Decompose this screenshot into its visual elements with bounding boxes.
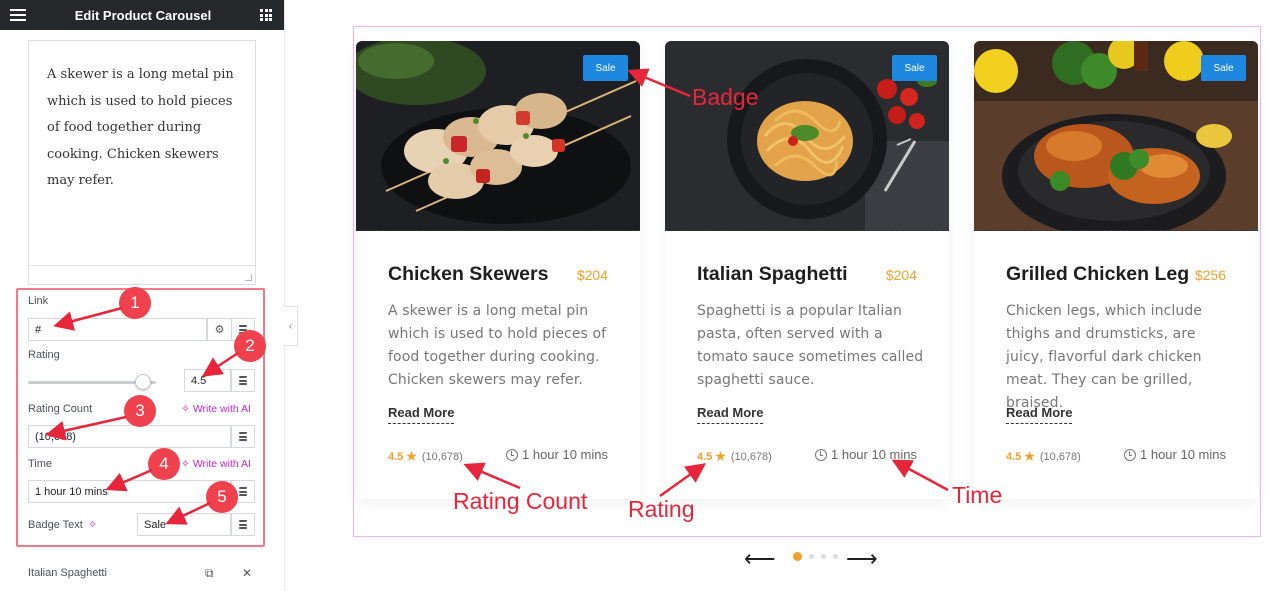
pagination-dot[interactable] bbox=[793, 552, 802, 561]
clock-icon bbox=[1124, 448, 1136, 461]
rating-input[interactable]: 4.5 bbox=[184, 369, 231, 392]
repeater-item-title[interactable]: Italian Spaghetti bbox=[28, 567, 258, 579]
sale-badge: Sale bbox=[1201, 55, 1246, 81]
ai-link-label: Write with AI bbox=[192, 403, 251, 415]
dynamic-tags-icon[interactable] bbox=[231, 369, 255, 392]
rating-value: 4.5 bbox=[697, 450, 713, 463]
card-title[interactable]: Chicken Skewers bbox=[388, 263, 548, 286]
close-icon[interactable]: ✕ bbox=[242, 566, 252, 580]
badge-text-input[interactable]: Sale bbox=[137, 513, 231, 536]
image-divider bbox=[665, 230, 949, 231]
rating-value: 4.5 bbox=[388, 450, 404, 463]
image-divider bbox=[356, 230, 640, 231]
resize-handle-icon[interactable] bbox=[245, 274, 252, 281]
rating-value: 4.5 bbox=[1006, 450, 1022, 463]
card-title[interactable]: Italian Spaghetti bbox=[697, 263, 848, 286]
time-label: Time bbox=[28, 458, 53, 470]
clock-icon bbox=[815, 448, 827, 461]
card-time: 1 hour 10 mins bbox=[506, 447, 608, 462]
star-icon: ★ bbox=[405, 448, 418, 464]
marker-2: 2 bbox=[234, 330, 266, 362]
description-text: A skewer is a long metal pin which is us… bbox=[47, 67, 234, 188]
rating-label: Rating bbox=[28, 349, 60, 361]
marker-1: 1 bbox=[119, 287, 151, 319]
link-input[interactable]: # bbox=[28, 318, 207, 341]
pagination-dot[interactable] bbox=[821, 554, 826, 559]
panel-title: Edit Product Carousel bbox=[74, 7, 212, 23]
apps-grid-icon[interactable] bbox=[260, 9, 272, 21]
card-price: $204 bbox=[885, 267, 917, 283]
rating-count: (10,678) bbox=[421, 450, 463, 463]
pagination-dots bbox=[793, 552, 838, 561]
card-rating: 4.5 ★ (10,678) bbox=[1006, 448, 1081, 465]
link-label: Link bbox=[28, 295, 49, 307]
annotation-rating-count: Rating Count bbox=[453, 488, 588, 514]
rating-count: (10,678) bbox=[730, 450, 772, 463]
dynamic-tags-icon[interactable] bbox=[231, 513, 255, 536]
editor-screen: Edit Product Carousel A skewer is a long… bbox=[0, 0, 1271, 591]
annotation-rating: Rating bbox=[628, 496, 695, 522]
marker-3: 3 bbox=[124, 395, 156, 427]
dynamic-tags-icon[interactable] bbox=[231, 425, 255, 448]
marker-4: 4 bbox=[148, 448, 180, 480]
card-rating: 4.5 ★ (10,678) bbox=[697, 448, 772, 465]
star-icon: ★ bbox=[1023, 448, 1036, 464]
rating-count: (10,678) bbox=[1039, 450, 1081, 463]
time-value: 1 hour 10 mins bbox=[1140, 447, 1226, 462]
read-more-link[interactable]: Read More bbox=[388, 405, 455, 424]
gear-icon[interactable]: ⚙ bbox=[207, 318, 231, 341]
read-more-link[interactable]: Read More bbox=[697, 405, 764, 424]
duplicate-icon[interactable]: ⧉ bbox=[205, 566, 214, 581]
clock-icon bbox=[506, 448, 518, 461]
product-card: Sale Chicken Skewers $204 A skewer is a … bbox=[356, 41, 640, 499]
image-divider bbox=[974, 230, 1258, 231]
pagination-dot[interactable] bbox=[833, 554, 838, 559]
card-title[interactable]: Grilled Chicken Leg bbox=[1006, 263, 1189, 286]
star-icon: ★ bbox=[714, 448, 727, 464]
description-textarea[interactable]: A skewer is a long metal pin which is us… bbox=[28, 40, 256, 285]
collapse-chevron-icon[interactable]: ‹ bbox=[284, 306, 298, 346]
write-with-ai-link[interactable]: ✧ Write with AI bbox=[181, 403, 251, 415]
card-price: $204 bbox=[576, 267, 608, 283]
product-card: Sale Grilled Chicken Leg $256 Chicken le… bbox=[974, 41, 1258, 499]
time-input[interactable]: 1 hour 10 mins bbox=[28, 480, 231, 503]
ai-sparkle-icon: ✧ bbox=[181, 403, 190, 415]
sale-badge: Sale bbox=[583, 55, 628, 81]
rating-count-input[interactable]: (10,678) bbox=[28, 425, 231, 448]
pagination-dot[interactable] bbox=[809, 554, 814, 559]
ai-sparkle-icon[interactable]: ✧ bbox=[88, 518, 97, 531]
badge-text-label: Badge Text ✧ bbox=[28, 518, 97, 532]
textarea-divider bbox=[29, 265, 255, 266]
card-price: $256 bbox=[1194, 267, 1226, 283]
badge-text-label-text: Badge Text bbox=[28, 518, 83, 531]
ai-link-label: Write with AI bbox=[192, 458, 251, 470]
rating-count-label: Rating Count bbox=[28, 403, 93, 415]
time-value: 1 hour 10 mins bbox=[522, 447, 608, 462]
annotation-time: Time bbox=[952, 482, 1003, 508]
editor-panel: Edit Product Carousel A skewer is a long… bbox=[0, 0, 285, 591]
card-rating: 4.5 ★ (10,678) bbox=[388, 448, 463, 465]
panel-header: Edit Product Carousel bbox=[0, 0, 284, 30]
ai-sparkle-icon: ✧ bbox=[181, 458, 190, 470]
arrow-left-icon[interactable]: ⟵ bbox=[744, 546, 776, 572]
marker-5: 5 bbox=[206, 481, 238, 513]
card-description: Spaghetti is a popular Italian pasta, of… bbox=[697, 303, 924, 388]
card-time: 1 hour 10 mins bbox=[1124, 447, 1226, 462]
write-with-ai-link[interactable]: ✧ Write with AI bbox=[181, 458, 251, 470]
card-time: 1 hour 10 mins bbox=[815, 447, 917, 462]
annotation-badge: Badge bbox=[692, 84, 759, 110]
arrow-right-icon[interactable]: ⟶ bbox=[846, 546, 878, 572]
time-value: 1 hour 10 mins bbox=[831, 447, 917, 462]
card-description: Chicken legs, which include thighs and d… bbox=[1006, 303, 1203, 411]
card-description: A skewer is a long metal pin which is us… bbox=[388, 303, 607, 388]
hamburger-icon[interactable] bbox=[10, 9, 26, 21]
sale-badge: Sale bbox=[892, 55, 937, 81]
read-more-link[interactable]: Read More bbox=[1006, 405, 1073, 424]
